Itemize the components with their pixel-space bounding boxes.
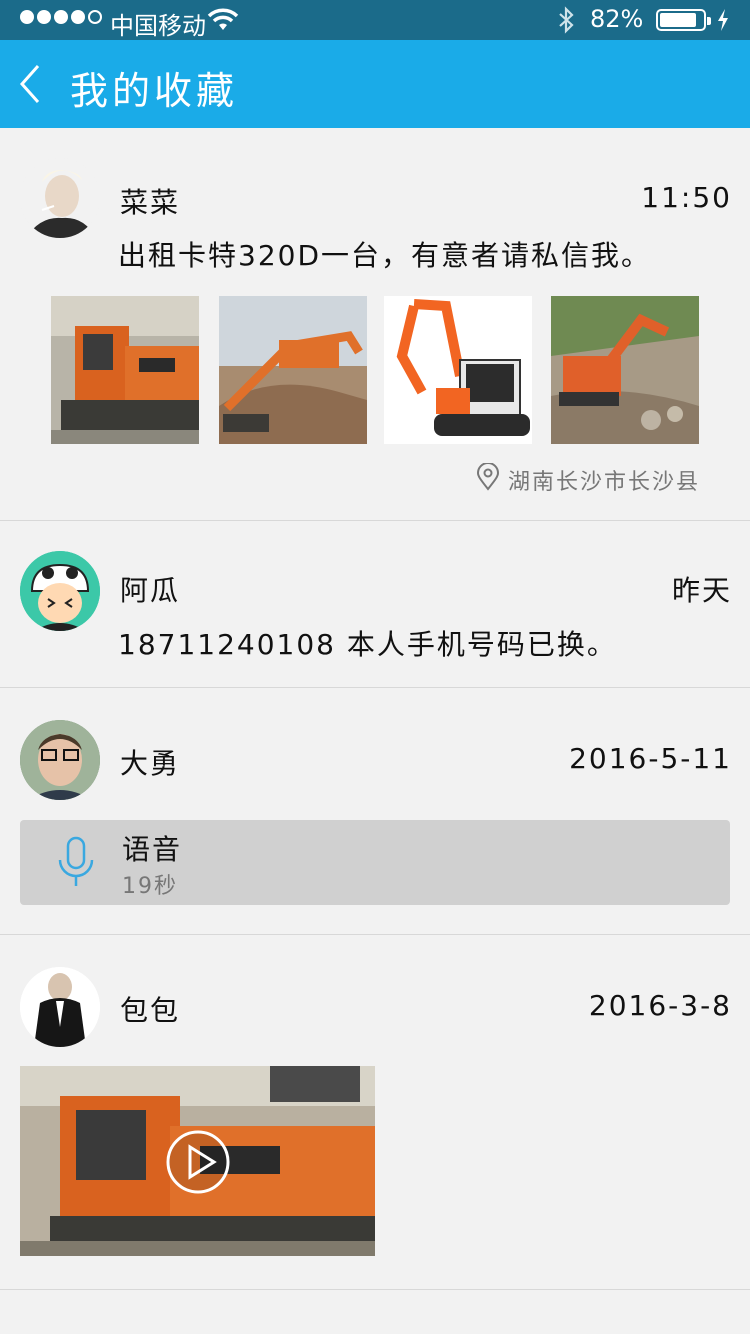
user-name: 菜菜 (120, 186, 181, 219)
wifi-icon (206, 6, 240, 38)
user-name: 阿瓜 (120, 574, 181, 607)
page-title: 我的收藏 (70, 69, 239, 113)
post-time: 昨天 (671, 574, 732, 607)
location-pin-icon (476, 462, 500, 497)
user-name: 包包 (120, 994, 181, 1027)
bluetooth-icon (556, 6, 576, 40)
post-image[interactable] (51, 296, 199, 444)
avatar[interactable] (20, 551, 100, 631)
signal-strength-icon (20, 10, 102, 24)
location-tag: 湖南长沙市长沙县 (476, 462, 700, 497)
list-item[interactable]: 阿瓜 昨天 18711240108 本人手机号码已换。 (0, 521, 750, 688)
voice-duration: 19秒 (122, 874, 178, 899)
avatar[interactable] (20, 967, 100, 1047)
list-item[interactable]: 菜菜 11:50 出租卡特320D一台，有意者请私信我。 湖南长沙市长沙县 (0, 128, 750, 521)
status-bar: 中国移动 82% (0, 0, 750, 40)
post-image[interactable] (551, 296, 699, 444)
post-time: 2016-5-11 (569, 742, 732, 775)
charging-icon (716, 8, 730, 38)
post-image[interactable] (384, 296, 532, 444)
avatar[interactable] (20, 158, 100, 238)
battery-percentage: 82% (590, 5, 644, 33)
back-chevron-icon[interactable] (16, 60, 46, 108)
post-time: 2016-3-8 (588, 989, 732, 1022)
list-item[interactable]: 大勇 2016-5-11 语音 19秒 (0, 688, 750, 935)
video-thumbnail[interactable] (20, 1066, 375, 1256)
microphone-icon (56, 836, 96, 894)
nav-bar: 我的收藏 (0, 40, 750, 128)
play-icon[interactable] (165, 1129, 231, 1199)
post-time: 11:50 (641, 181, 732, 214)
post-text: 18711240108 本人手机号码已换。 (118, 628, 617, 661)
avatar[interactable] (20, 720, 100, 800)
battery-icon (656, 9, 711, 31)
user-name: 大勇 (120, 747, 181, 780)
post-text: 出租卡特320D一台，有意者请私信我。 (118, 239, 652, 272)
location-text: 湖南长沙市长沙县 (507, 470, 700, 495)
voice-label: 语音 (122, 833, 183, 866)
voice-message[interactable]: 语音 19秒 (20, 820, 730, 905)
list-item[interactable]: 包包 2016-3-8 (0, 935, 750, 1290)
favorites-list: 菜菜 11:50 出租卡特320D一台，有意者请私信我。 湖南长沙市长沙县 阿瓜… (0, 128, 750, 1290)
post-image[interactable] (219, 296, 367, 444)
carrier-name: 中国移动 (110, 12, 206, 40)
